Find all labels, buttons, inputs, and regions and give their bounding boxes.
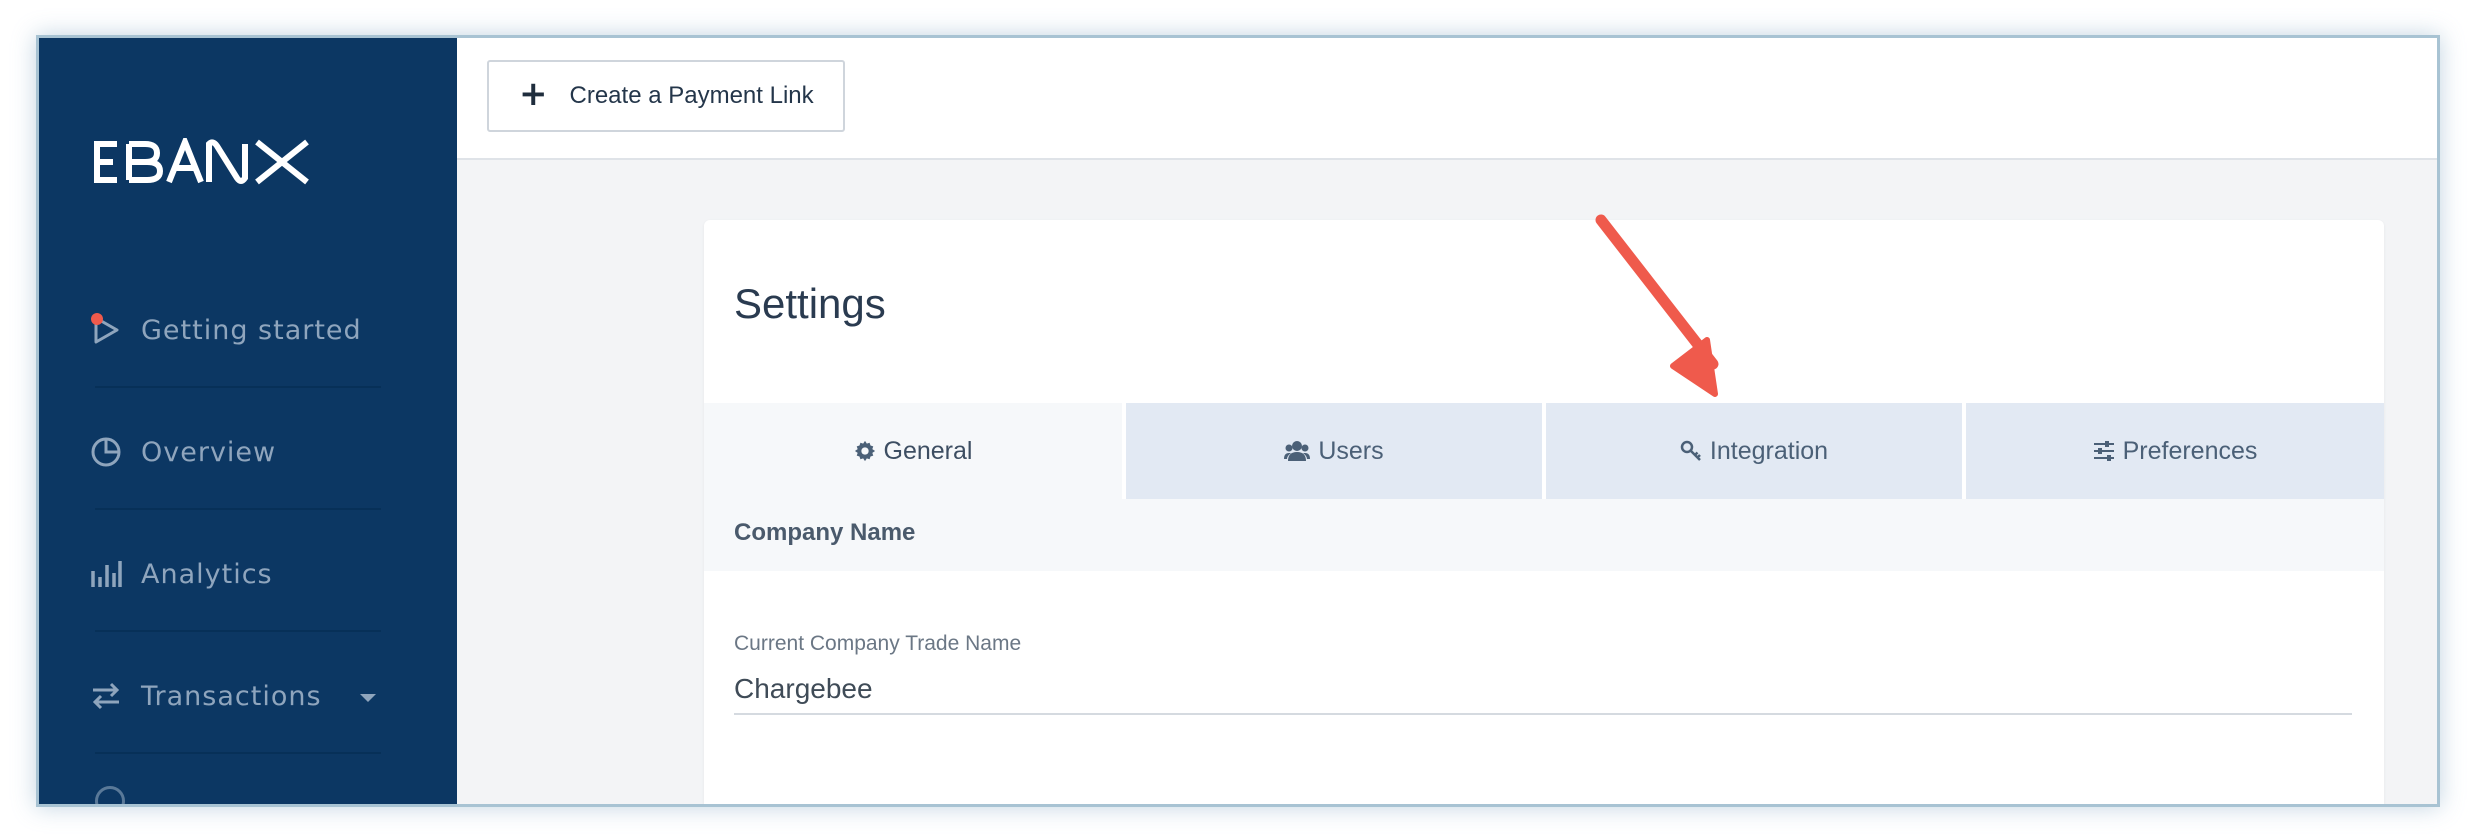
gear-icon (854, 440, 876, 462)
key-icon (1680, 440, 1702, 462)
sidebar-item-analytics[interactable]: Analytics (89, 544, 419, 604)
sidebar-item-label: Getting started (141, 314, 362, 346)
app-window: Getting started Overview Analytics Trans… (36, 35, 2440, 807)
sidebar-item-label: Analytics (141, 558, 273, 590)
tab-users[interactable]: Users (1126, 403, 1542, 499)
sidebar-item-label: Transactions (141, 680, 322, 712)
arrows-swap-icon (89, 679, 123, 713)
sidebar-item-overview[interactable]: Overview (89, 422, 419, 482)
tab-label: Integration (1709, 436, 1829, 465)
section-header: Company Name (704, 499, 2384, 571)
partial-nav-icon (95, 786, 125, 804)
pie-chart-icon (89, 435, 123, 469)
page-title: Settings (734, 280, 886, 327)
chevron-down-icon[interactable] (359, 689, 377, 708)
bar-chart-icon (89, 557, 123, 591)
settings-tabs: General Users Integration Preferences (704, 403, 2384, 499)
users-icon (1284, 440, 1311, 462)
sidebar-divider (95, 752, 381, 754)
sliders-icon (2093, 441, 2115, 461)
section-title: Company Name (734, 519, 916, 546)
sidebar-divider (95, 630, 381, 632)
sidebar-item-getting-started[interactable]: Getting started (89, 300, 419, 360)
company-trade-name-label: Current Company Trade Name (734, 632, 1022, 655)
play-icon (89, 313, 123, 347)
top-bar: + Create a Payment Link (457, 38, 2437, 160)
tab-preferences[interactable]: Preferences (1966, 403, 2384, 499)
tab-label: Users (1318, 436, 1384, 465)
sidebar: Getting started Overview Analytics Trans… (39, 38, 457, 804)
sidebar-item-label: Overview (141, 436, 277, 468)
tab-label: Preferences (2122, 436, 2258, 465)
sidebar-item-transactions[interactable]: Transactions (89, 666, 419, 726)
tab-general[interactable]: General (704, 403, 1122, 499)
create-payment-link-button[interactable]: + Create a Payment Link (487, 60, 845, 132)
company-trade-name-input[interactable] (734, 665, 2352, 715)
tab-integration[interactable]: Integration (1546, 403, 1962, 499)
ebanx-logo[interactable] (91, 133, 316, 190)
sidebar-divider (95, 508, 381, 510)
create-payment-link-label: Create a Payment Link (569, 82, 814, 109)
tab-label: General (883, 436, 973, 465)
plus-icon: + (519, 74, 548, 114)
sidebar-divider (95, 386, 381, 388)
settings-card: Settings General Users Integration Prefe… (704, 220, 2384, 804)
